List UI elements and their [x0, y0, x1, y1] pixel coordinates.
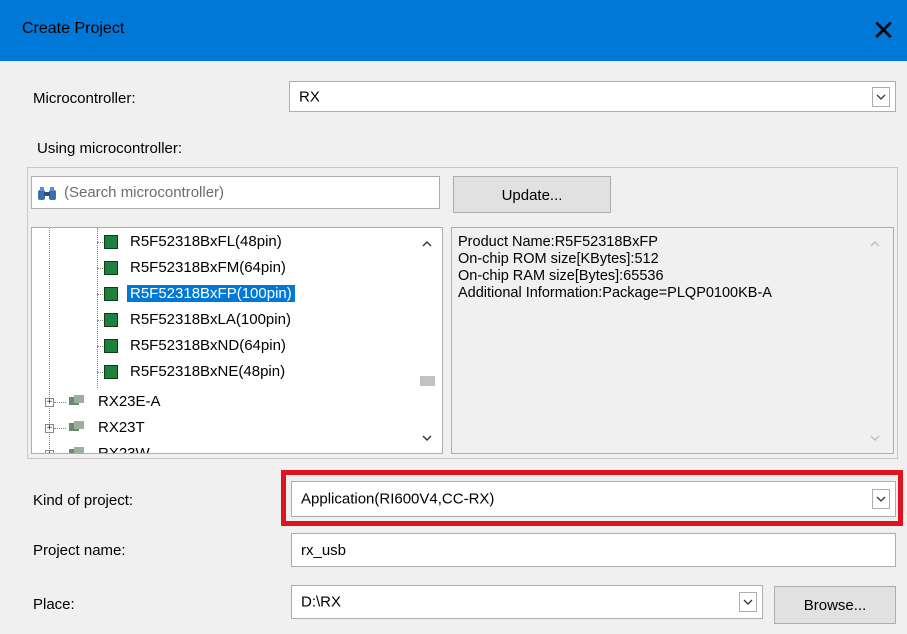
- chip-group-icon: [68, 394, 86, 408]
- title-bar: [0, 0, 907, 61]
- tree-group[interactable]: RX23W: [98, 442, 150, 454]
- info-rom-size: On-chip ROM size[KBytes]:512: [458, 251, 659, 267]
- place-value: D:\RX: [301, 593, 342, 611]
- search-placeholder: (Search microcontroller): [64, 184, 225, 201]
- tree-group[interactable]: RX23T: [98, 416, 145, 440]
- scroll-down-icon: [870, 435, 880, 441]
- chip-icon: [104, 235, 118, 249]
- using-microcontroller-label: Using microcontroller:: [37, 140, 183, 157]
- tree-item-label: R5F52318BxLA(100pin): [130, 311, 291, 328]
- expand-icon[interactable]: +: [45, 450, 54, 453]
- chip-icon: [104, 313, 118, 327]
- tree-item[interactable]: R5F52318BxND(64pin): [130, 334, 286, 358]
- chip-group-icon: [68, 420, 86, 434]
- info-product-name: Product Name:R5F52318BxFP: [458, 234, 658, 250]
- scrollbar-thumb[interactable]: [420, 376, 435, 386]
- tree-item-label: R5F52318BxFP(100pin): [127, 285, 295, 302]
- expand-icon[interactable]: +: [45, 424, 54, 433]
- microcontroller-label: Microcontroller:: [33, 90, 136, 107]
- window-title: Create Project: [22, 20, 125, 37]
- project-name-value: rx_usb: [301, 542, 347, 559]
- chip-icon: [104, 261, 118, 275]
- scroll-down-icon[interactable]: [422, 434, 432, 442]
- chip-icon: [104, 339, 118, 353]
- chevron-down-icon[interactable]: [872, 489, 890, 509]
- tree-item-selected[interactable]: R5F52318BxFP(100pin): [127, 282, 295, 306]
- info-panel: Product Name:R5F52318BxFP On-chip ROM si…: [451, 227, 894, 454]
- tree-group[interactable]: RX23E-A: [98, 390, 161, 414]
- chevron-down-icon[interactable]: [872, 86, 890, 107]
- scroll-up-icon: [870, 241, 880, 247]
- chip-icon: [104, 365, 118, 379]
- tree-group-label: RX23E-A: [98, 393, 161, 410]
- tree-group-label: RX23W: [98, 445, 150, 454]
- place-label: Place:: [33, 596, 75, 613]
- chevron-down-icon[interactable]: [739, 592, 757, 612]
- tree-item-label: R5F52318BxFL(48pin): [130, 233, 282, 250]
- close-icon: ✕: [871, 14, 896, 47]
- tree-item[interactable]: R5F52318BxNE(48pin): [130, 360, 285, 384]
- binoculars-icon: [36, 186, 58, 202]
- tree-item[interactable]: R5F52318BxFL(48pin): [130, 230, 282, 254]
- microcontroller-combo[interactable]: RX: [289, 81, 896, 112]
- update-button-label: Update...: [501, 187, 563, 204]
- info-additional: Additional Information:Package=PLQP0100K…: [458, 285, 772, 301]
- place-combo[interactable]: D:\RX: [291, 585, 763, 619]
- info-ram-size: On-chip RAM size[Bytes]:65536: [458, 268, 664, 284]
- tree-item-label: R5F52318BxND(64pin): [130, 337, 286, 354]
- tree-item[interactable]: R5F52318BxFM(64pin): [130, 256, 286, 280]
- close-button[interactable]: ✕: [860, 8, 907, 54]
- kind-of-project-combo[interactable]: Application(RI600V4,CC-RX): [291, 481, 896, 517]
- tree-item-label: R5F52318BxFM(64pin): [130, 259, 286, 276]
- project-name-label: Project name:: [33, 542, 126, 559]
- microcontroller-value: RX: [299, 88, 320, 105]
- tree-item[interactable]: R5F52318BxLA(100pin): [130, 308, 291, 332]
- scroll-up-icon[interactable]: [422, 240, 432, 248]
- chip-icon: [104, 287, 118, 301]
- kind-of-project-label: Kind of project:: [33, 492, 134, 509]
- tree-item-label: R5F52318BxNE(48pin): [130, 363, 286, 380]
- expand-icon[interactable]: +: [45, 398, 54, 407]
- tree-group-label: RX23T: [98, 419, 145, 436]
- microcontroller-tree[interactable]: R5F52318BxFL(48pin) R5F52318BxFM(64pin) …: [31, 227, 443, 454]
- kind-of-project-value: Application(RI600V4,CC-RX): [301, 490, 495, 508]
- search-input[interactable]: (Search microcontroller): [31, 176, 440, 209]
- browse-button-label: Browse...: [803, 597, 867, 614]
- project-name-input[interactable]: rx_usb: [291, 533, 896, 567]
- browse-button[interactable]: Browse...: [774, 586, 896, 624]
- tree-scrollbar[interactable]: [412, 228, 442, 453]
- chip-group-icon: [68, 446, 86, 453]
- update-button[interactable]: Update...: [453, 176, 611, 213]
